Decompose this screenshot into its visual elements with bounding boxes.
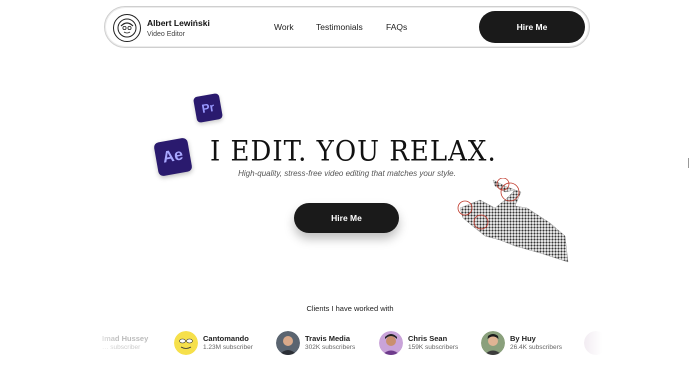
client-item: Cantomando 1.23M subscriber xyxy=(174,330,253,356)
profile-sketch-icon xyxy=(117,18,137,38)
brand-name: Albert Lewiński xyxy=(147,18,210,28)
client-item: Chris Sean 159K subscribers xyxy=(379,330,458,356)
nav-link-work[interactable]: Work xyxy=(274,22,294,32)
hero-hire-button[interactable]: Hire Me xyxy=(294,203,399,233)
nav-hire-button[interactable]: Hire Me xyxy=(479,11,585,43)
client-subs: 1.23M subscriber xyxy=(203,344,253,351)
client-item: By Huy 26.4K subscribers xyxy=(481,330,562,356)
clients-title: Clients I have worked with xyxy=(306,304,394,313)
client-item: Travis Media 302K subscribers xyxy=(276,330,355,356)
client-name: Chris Sean xyxy=(408,334,448,343)
carousel-fade-left xyxy=(80,328,120,358)
client-avatar xyxy=(174,331,198,355)
client-subs: 26.4K subscribers xyxy=(510,344,563,351)
client-subs: 159K subscribers xyxy=(408,344,459,351)
client-name: Travis Media xyxy=(305,334,351,343)
after-effects-icon: Ae xyxy=(153,137,193,177)
client-name: By Huy xyxy=(510,334,536,343)
brand-role: Video Editor xyxy=(147,31,186,38)
scroll-indicator xyxy=(688,158,689,168)
hero-subtitle: High-quality, stress-free video editing … xyxy=(238,169,456,178)
nav-link-faqs[interactable]: FAQs xyxy=(386,22,407,32)
top-navbar: Albert Lewiński Video Editor Work Testim… xyxy=(104,6,590,48)
client-avatar xyxy=(379,331,403,355)
nav-link-testimonials[interactable]: Testimonials xyxy=(316,22,363,32)
halftone-hand-icon xyxy=(457,178,569,263)
carousel-fade-right xyxy=(570,328,610,358)
client-name: Cantomando xyxy=(203,334,249,343)
premiere-pro-icon: Pr xyxy=(192,92,224,124)
hero-headline: I EDIT. YOU RELAX. xyxy=(210,135,497,169)
avatar[interactable] xyxy=(113,14,141,42)
client-avatar xyxy=(276,331,300,355)
client-subs: 302K subscribers xyxy=(305,344,356,351)
client-avatar xyxy=(481,331,505,355)
